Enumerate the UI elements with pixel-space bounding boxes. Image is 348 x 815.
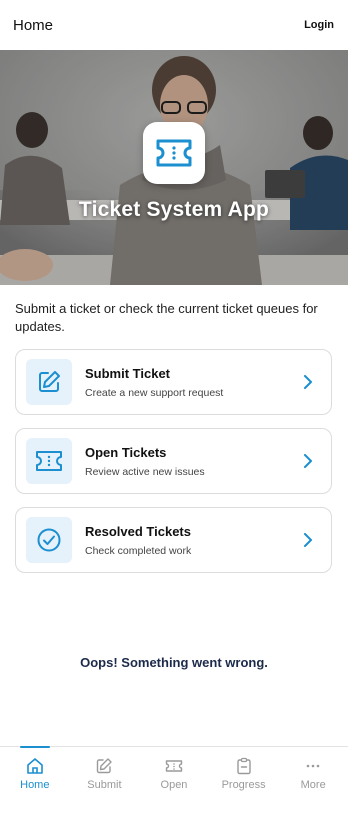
chevron-right-icon [304, 454, 312, 468]
nav-item-home[interactable]: Home [0, 746, 70, 815]
check-circle-icon [37, 528, 61, 552]
app-title: Ticket System App [78, 198, 270, 221]
nav-label: Progress [221, 779, 266, 791]
nav-label: More [300, 779, 326, 791]
open-tickets-card[interactable]: Open Tickets Review active new issues [15, 428, 332, 494]
ticket-icon [36, 451, 62, 471]
nav-item-more[interactable]: More [278, 747, 348, 815]
card-title: Resolved Tickets [85, 523, 191, 539]
more-icon [306, 764, 320, 768]
nav-label: Submit [87, 779, 122, 791]
resolved-tickets-card[interactable]: Resolved Tickets Check completed work [15, 507, 332, 573]
nav-label: Open [160, 779, 188, 791]
login-button[interactable]: Login [304, 19, 334, 31]
clipboard-icon [236, 757, 251, 775]
page-title: Home [13, 16, 54, 34]
edit-icon [39, 371, 60, 392]
card-subtitle: Check completed work [85, 544, 192, 557]
submit-ticket-card[interactable]: Submit Ticket Create a new support reque… [15, 349, 332, 415]
card-icon-box [26, 517, 72, 563]
card-icon-box [26, 438, 72, 484]
nav-item-progress[interactable]: Progress [209, 747, 279, 815]
active-indicator [19, 746, 50, 748]
bottom-navigation: Home Submit Open Progress More [0, 746, 348, 815]
nav-label: Home [20, 779, 50, 791]
nav-item-open[interactable]: Open [139, 747, 209, 815]
app-logo [143, 122, 205, 184]
card-subtitle: Review active new issues [85, 465, 205, 478]
ticket-icon [156, 139, 192, 167]
ticket-icon [165, 760, 183, 772]
home-icon [26, 758, 43, 774]
hero-banner: Ticket System App [0, 50, 348, 285]
card-subtitle: Create a new support request [85, 386, 224, 399]
edit-icon [97, 758, 113, 774]
chevron-right-icon [304, 375, 312, 389]
intro-text: Submit a ticket or check the current tic… [15, 301, 318, 334]
card-icon-box [26, 359, 72, 405]
card-title: Open Tickets [85, 444, 167, 460]
error-message: Oops! Something went wrong. [80, 655, 268, 670]
top-app-bar: Home Login [0, 0, 348, 50]
card-title: Submit Ticket [85, 365, 171, 381]
chevron-right-icon [304, 533, 312, 547]
nav-item-submit[interactable]: Submit [70, 747, 140, 815]
